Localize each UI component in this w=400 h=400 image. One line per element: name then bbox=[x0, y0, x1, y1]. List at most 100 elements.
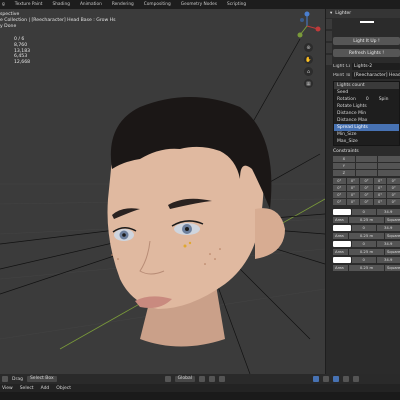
lamp-color-swatch[interactable] bbox=[333, 240, 351, 247]
solid-shading-icon[interactable] bbox=[332, 376, 339, 382]
sidebar-tab[interactable] bbox=[326, 43, 332, 53]
angle-field[interactable]: 0° bbox=[360, 178, 373, 184]
option-item[interactable]: Distance Max bbox=[334, 117, 399, 124]
lamp-power-field[interactable]: 34.9 bbox=[376, 240, 400, 247]
grid-view-icon[interactable]: ▦ bbox=[304, 79, 313, 88]
axis-field[interactable] bbox=[378, 163, 400, 169]
angle-field[interactable]: 0° bbox=[333, 192, 346, 198]
transform-orientation-dropdown[interactable]: Global bbox=[174, 376, 195, 382]
sidebar-tab[interactable] bbox=[326, 31, 332, 41]
light-collection-input[interactable]: Lights-2 bbox=[352, 63, 400, 70]
overlay-icon[interactable] bbox=[312, 376, 319, 382]
lamp-type-dropdown[interactable]: Area bbox=[333, 248, 348, 255]
lamp-value-field[interactable]: 0 bbox=[352, 256, 376, 263]
angle-field[interactable]: 0° bbox=[346, 199, 360, 205]
lamp-color-swatch[interactable] bbox=[333, 208, 351, 215]
proportional-edit-icon[interactable] bbox=[218, 376, 225, 382]
lamp-color-swatch[interactable] bbox=[333, 224, 351, 231]
axis-field[interactable]: X bbox=[333, 156, 355, 162]
point-to-input[interactable]: [Reecharacter] Head Base bbox=[352, 72, 400, 79]
lamp-shape-dropdown[interactable]: Square bbox=[385, 216, 400, 223]
angle-field[interactable]: 0° bbox=[387, 192, 400, 198]
lamp-color-swatch[interactable] bbox=[333, 256, 351, 263]
lamp-size-field[interactable]: 0.25 m bbox=[349, 264, 384, 271]
angle-field[interactable]: 0° bbox=[373, 185, 387, 191]
angle-field[interactable]: 0° bbox=[373, 199, 387, 205]
lamp-size-field[interactable]: 0.25 m bbox=[349, 216, 384, 223]
lamp-value-field[interactable]: 0 bbox=[352, 224, 376, 231]
lamp-shape-dropdown[interactable]: Square bbox=[385, 248, 400, 255]
angle-field[interactable]: 0° bbox=[360, 199, 373, 205]
option-item[interactable]: Distance Min bbox=[334, 110, 399, 117]
camera-view-icon[interactable]: ⌂ bbox=[304, 67, 313, 76]
workspace-tab[interactable]: Texture Paint bbox=[15, 2, 43, 7]
pivot-icon[interactable] bbox=[198, 376, 205, 382]
collapse-arrow-icon[interactable]: ▾ bbox=[330, 11, 332, 16]
angle-field[interactable]: 0° bbox=[346, 192, 360, 198]
workspace-tab[interactable]: Animation bbox=[80, 2, 102, 7]
workspace-tab[interactable]: g bbox=[2, 2, 5, 7]
lamp-type-dropdown[interactable]: Area bbox=[333, 216, 348, 223]
cursor-icon[interactable] bbox=[164, 376, 171, 382]
select-box-dropdown[interactable]: Select Box bbox=[26, 376, 57, 382]
lamp-value-field[interactable]: 0 bbox=[352, 240, 376, 247]
workspace-tab[interactable]: Geometry Nodes bbox=[181, 2, 217, 7]
viewport-menu-item[interactable]: Object bbox=[56, 386, 71, 391]
snap-icon[interactable] bbox=[208, 376, 215, 382]
option-item[interactable]: Seed bbox=[334, 89, 399, 96]
option-item[interactable]: Max_Size bbox=[334, 138, 399, 145]
angle-field[interactable]: 0° bbox=[360, 192, 373, 198]
lamp-power-field[interactable]: 34.9 bbox=[376, 224, 400, 231]
axis-field[interactable] bbox=[378, 170, 400, 176]
angle-field[interactable]: 0° bbox=[346, 185, 360, 191]
axis-field[interactable] bbox=[355, 156, 378, 162]
axis-field[interactable]: Y bbox=[333, 163, 355, 169]
lamp-type-dropdown[interactable]: Area bbox=[333, 232, 348, 239]
3d-viewport[interactable]: spective e Collection | [Reecharacter] H… bbox=[0, 9, 325, 374]
sidebar-tab[interactable] bbox=[326, 55, 332, 65]
angle-field[interactable]: 0° bbox=[373, 178, 387, 184]
angle-field[interactable]: 0° bbox=[373, 192, 387, 198]
sidebar-tab[interactable] bbox=[326, 19, 332, 29]
zoom-icon[interactable]: ⊕ bbox=[304, 43, 313, 52]
rendered-shading-icon[interactable] bbox=[352, 376, 359, 382]
lamp-size-field[interactable]: 0.25 m bbox=[349, 248, 384, 255]
mode-icon[interactable] bbox=[2, 376, 8, 382]
workspace-tab[interactable]: Compositing bbox=[144, 2, 171, 7]
refresh-lights-button[interactable]: Refresh Lights ! bbox=[333, 49, 400, 57]
angle-field[interactable]: 0° bbox=[333, 199, 346, 205]
axis-field[interactable]: Z bbox=[333, 170, 355, 176]
navigation-gizmo[interactable] bbox=[292, 11, 322, 41]
lamp-type-dropdown[interactable]: Area bbox=[333, 264, 348, 271]
angle-field[interactable]: 0° bbox=[387, 199, 400, 205]
option-item[interactable]: Min_Size bbox=[334, 131, 399, 138]
angle-field[interactable]: 0° bbox=[346, 178, 360, 184]
option-item[interactable]: Rotate Lights bbox=[334, 103, 399, 110]
viewport-menu-item[interactable]: View bbox=[2, 386, 13, 391]
angle-field[interactable]: 0° bbox=[387, 178, 400, 184]
xray-icon[interactable] bbox=[322, 376, 329, 382]
angle-field[interactable]: 0° bbox=[360, 185, 373, 191]
angle-field[interactable]: 0° bbox=[333, 185, 346, 191]
lamp-power-field[interactable]: 34.9 bbox=[376, 208, 400, 215]
pan-hand-icon[interactable]: ✋ bbox=[304, 55, 313, 64]
axis-field[interactable] bbox=[355, 163, 378, 169]
workspace-tab[interactable]: Shading bbox=[52, 2, 69, 7]
workspace-tab[interactable]: Scripting bbox=[227, 2, 246, 7]
light-it-up-button[interactable]: Light It Up ! bbox=[333, 37, 400, 45]
lamp-power-field[interactable]: 34.9 bbox=[376, 256, 400, 263]
angle-field[interactable]: 0° bbox=[387, 185, 400, 191]
axis-field[interactable] bbox=[355, 170, 378, 176]
option-item[interactable]: Spread Lights bbox=[334, 124, 399, 131]
option-item[interactable]: Rotation 0 Spin bbox=[334, 96, 399, 103]
lamp-shape-dropdown[interactable]: Square bbox=[385, 264, 400, 271]
workspace-tab[interactable]: Rendering bbox=[112, 2, 134, 7]
material-shading-icon[interactable] bbox=[342, 376, 349, 382]
lamp-shape-dropdown[interactable]: Square bbox=[385, 232, 400, 239]
lamp-value-field[interactable]: 0 bbox=[352, 208, 376, 215]
axis-field[interactable] bbox=[378, 156, 400, 162]
angle-field[interactable]: 0° bbox=[333, 178, 346, 184]
lamp-size-field[interactable]: 0.25 m bbox=[349, 232, 384, 239]
viewport-menu-item[interactable]: Add bbox=[41, 386, 50, 391]
viewport-menu-item[interactable]: Select bbox=[20, 386, 34, 391]
